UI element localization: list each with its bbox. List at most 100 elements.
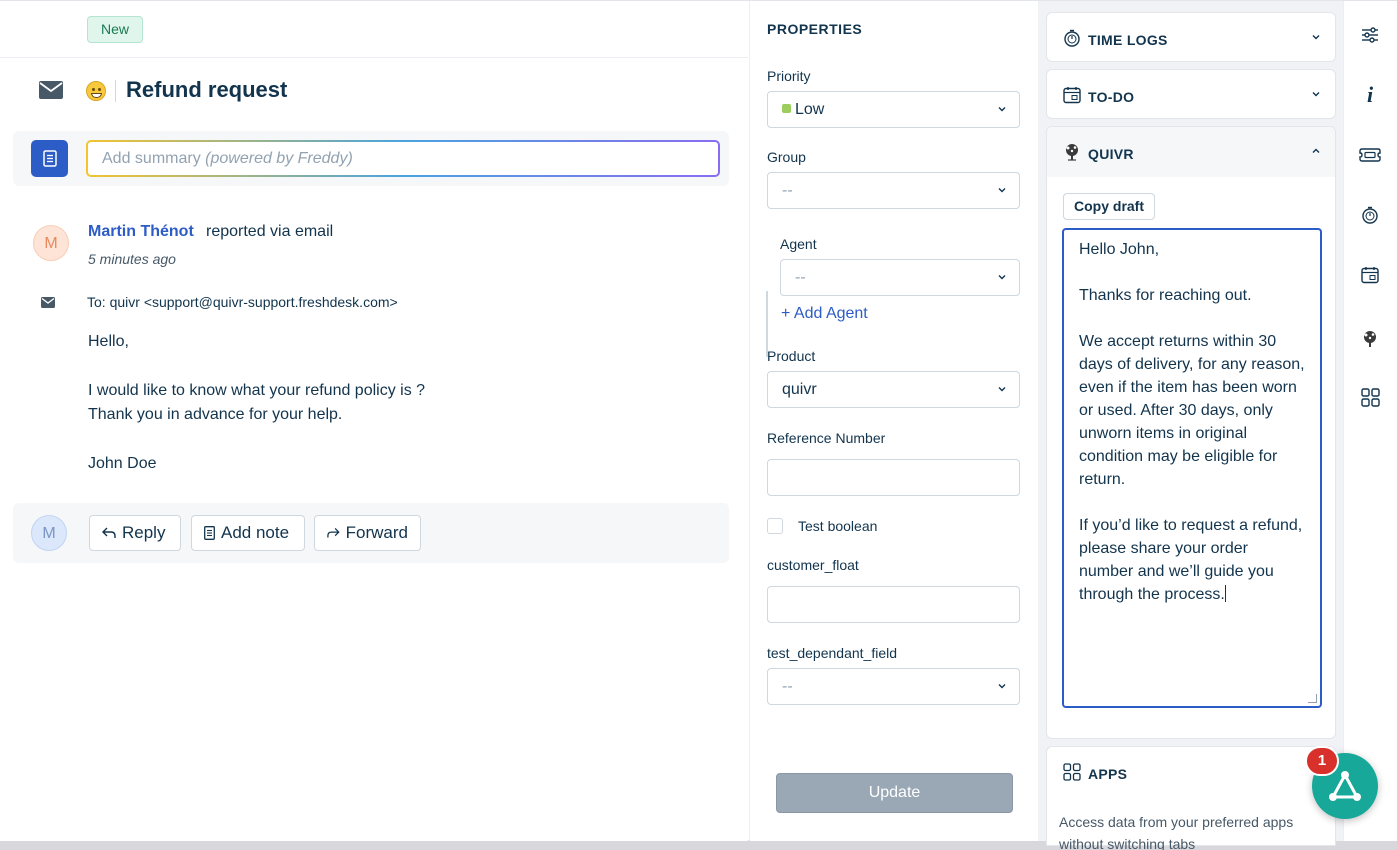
resize-handle[interactable] xyxy=(1308,694,1317,703)
quivr-tree-logo-icon xyxy=(1066,144,1078,161)
priority-color-dot xyxy=(782,104,791,113)
reply-icon xyxy=(102,527,116,538)
to-address: quivr <support@quivr-support.freshdesk.c… xyxy=(109,294,398,310)
reply-button[interactable]: Reply xyxy=(89,515,181,551)
app-window: New Refund request Add summary (powered … xyxy=(0,0,1397,850)
quivr-title: QUIVR xyxy=(1088,146,1134,162)
quivr-widget: QUIVR Copy draft Hello John, Thanks for … xyxy=(1046,126,1336,739)
summary-input[interactable]: Add summary (powered by Freddy) xyxy=(86,140,720,177)
email-icon xyxy=(39,81,63,104)
dependant-field-select[interactable]: -- xyxy=(767,668,1020,705)
apps-widget: APPS Access data from your preferred app… xyxy=(1046,746,1336,850)
customer-float-input[interactable] xyxy=(767,586,1020,623)
message-line: I would like to know what your refund po… xyxy=(88,382,426,399)
priority-select[interactable]: Low xyxy=(767,91,1020,128)
forward-label: Forward xyxy=(345,523,408,542)
summary-placeholder: Add summary xyxy=(102,150,201,167)
properties-header: PROPERTIES xyxy=(750,1,1038,58)
properties-title: PROPERTIES xyxy=(767,21,863,37)
group-value: -- xyxy=(782,182,793,199)
test-boolean-checkbox[interactable] xyxy=(767,518,783,534)
message-line: John Doe xyxy=(88,455,157,472)
quivr-tree-logo-icon[interactable] xyxy=(1359,328,1381,350)
divider xyxy=(0,57,748,58)
todo-title: TO-DO xyxy=(1088,89,1135,105)
agent-select[interactable]: -- xyxy=(780,259,1020,296)
group-select[interactable]: -- xyxy=(767,172,1020,209)
message-line: Thank you in advance for your help. xyxy=(88,406,343,423)
agent-value: -- xyxy=(795,269,806,286)
dependant-field-label: test_dependant_field xyxy=(767,645,897,661)
reference-number-label: Reference Number xyxy=(767,430,886,446)
add-note-label: Add note xyxy=(221,523,290,542)
reported-via-text: reported via email xyxy=(206,223,334,240)
test-boolean-label: Test boolean xyxy=(798,518,878,534)
properties-pane: PROPERTIES Priority Low Group -- Agent -… xyxy=(749,1,1038,841)
draft-textarea[interactable]: Hello John, Thanks for reaching out. We … xyxy=(1062,228,1322,708)
forward-button[interactable]: Forward xyxy=(314,515,421,551)
notification-count-badge: 1 xyxy=(1305,746,1339,776)
sent-time: 5 minutes ago xyxy=(88,251,176,267)
chevron-down-icon xyxy=(998,107,1006,112)
calendar-icon[interactable] xyxy=(1359,264,1381,286)
summary-bar: Add summary (powered by Freddy) xyxy=(13,131,729,186)
message-line: Hello, xyxy=(88,333,129,350)
apps-grid-icon xyxy=(1063,763,1081,781)
chevron-down-icon[interactable] xyxy=(1311,89,1321,99)
customer-float-label: customer_float xyxy=(767,557,859,573)
add-note-button[interactable]: Add note xyxy=(191,515,305,551)
draft-text: Hello John, Thanks for reaching out. We … xyxy=(1079,241,1305,603)
text-caret xyxy=(1224,585,1226,602)
copy-draft-button[interactable]: Copy draft xyxy=(1063,193,1155,220)
chevron-up-icon[interactable] xyxy=(1311,146,1321,156)
sentiment-emoji-icon xyxy=(86,81,106,101)
properties-form: Priority Low Group -- Agent -- + Add Age… xyxy=(750,58,1038,841)
stopwatch-icon xyxy=(1064,29,1080,47)
reply-bar: M Reply Add note Forward xyxy=(13,503,729,563)
ticket-pane: New Refund request Add summary (powered … xyxy=(0,1,748,841)
add-agent-link[interactable]: + Add Agent xyxy=(781,305,868,323)
reply-label: Reply xyxy=(122,523,166,542)
update-button[interactable]: Update xyxy=(776,773,1013,813)
widgets-column: TIME LOGS TO-DO QUIVR Copy draft Hello J… xyxy=(1038,1,1343,850)
chevron-down-icon[interactable] xyxy=(1311,32,1321,42)
summary-document-icon[interactable] xyxy=(31,140,68,177)
network-icon xyxy=(1329,771,1361,801)
right-rail: i xyxy=(1343,1,1397,841)
reference-number-input[interactable] xyxy=(767,459,1020,496)
note-icon xyxy=(204,526,215,540)
product-select[interactable]: quivr xyxy=(767,371,1020,408)
quivr-header[interactable]: QUIVR xyxy=(1047,127,1335,177)
chevron-down-icon xyxy=(998,188,1006,193)
priority-value: Low xyxy=(795,101,825,118)
summary-powered-by: (powered by Freddy) xyxy=(205,150,353,167)
product-value: quivr xyxy=(782,381,817,398)
calendar-icon xyxy=(1063,87,1081,104)
time-logs-widget[interactable]: TIME LOGS xyxy=(1046,12,1336,62)
chevron-down-icon xyxy=(998,387,1006,392)
product-label: Product xyxy=(767,348,816,364)
todo-widget[interactable]: TO-DO xyxy=(1046,69,1336,119)
group-label: Group xyxy=(767,149,806,165)
status-badge: New xyxy=(87,16,144,43)
ticket-icon[interactable] xyxy=(1359,144,1381,166)
sender-avatar: M xyxy=(33,225,69,261)
apps-grid-icon[interactable] xyxy=(1359,386,1381,408)
time-logs-title: TIME LOGS xyxy=(1088,32,1168,48)
sender-name-link[interactable]: Martin Thénot xyxy=(88,223,194,241)
apps-title: APPS xyxy=(1088,766,1128,782)
priority-label: Priority xyxy=(767,68,811,84)
chevron-down-icon xyxy=(998,684,1006,689)
apps-header[interactable]: APPS xyxy=(1047,747,1335,797)
email-small-icon xyxy=(41,295,55,313)
agent-label: Agent xyxy=(780,236,817,252)
stopwatch-icon[interactable] xyxy=(1359,204,1381,226)
filters-sliders-icon[interactable] xyxy=(1359,24,1381,46)
ticket-title: Refund request xyxy=(126,77,288,102)
agent-avatar: M xyxy=(31,515,67,551)
recipient-line: To: quivr <support@quivr-support.freshde… xyxy=(87,294,398,310)
info-icon[interactable]: i xyxy=(1359,82,1381,107)
chevron-down-icon xyxy=(998,275,1006,280)
forward-icon xyxy=(327,528,340,538)
title-separator xyxy=(115,80,116,102)
